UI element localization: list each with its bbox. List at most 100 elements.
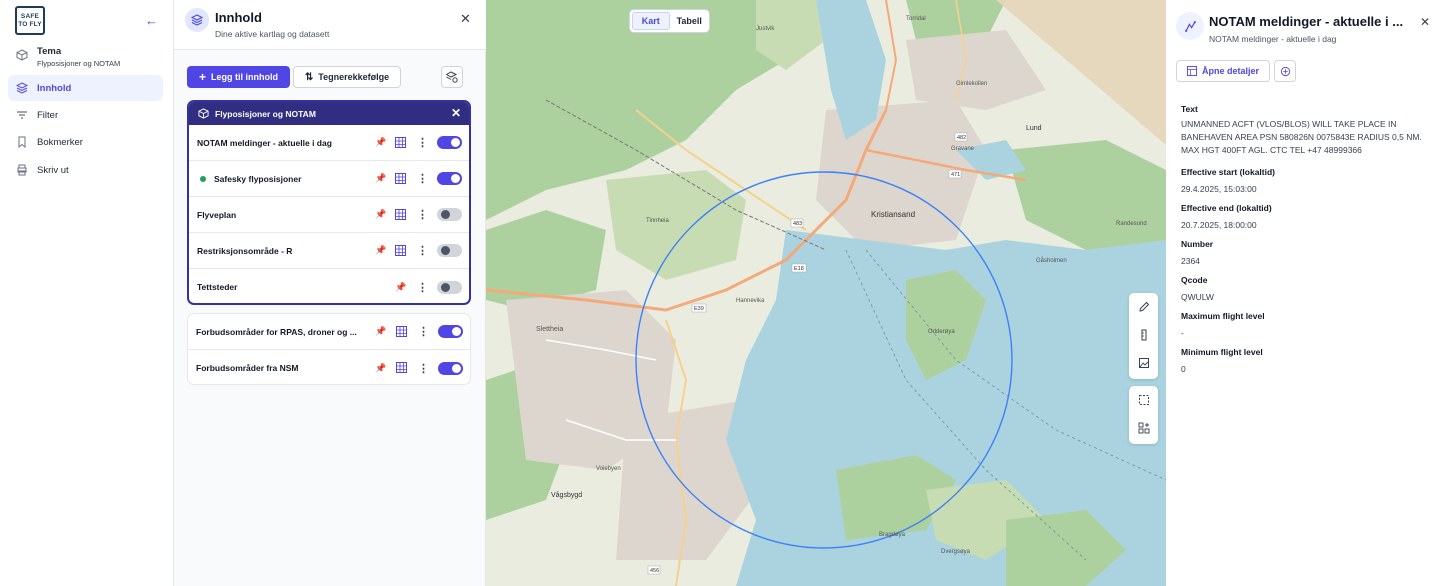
field-text: Text UNMANNED ACFT (VLOS/BLOS) WILL TAKE… [1181, 104, 1426, 157]
table-grid-icon[interactable] [395, 245, 406, 258]
road-label-483: 483 [793, 221, 802, 227]
cube-icon [198, 108, 209, 119]
more-options-icon[interactable]: ⋮ [417, 172, 428, 185]
more-options-icon[interactable]: ⋮ [417, 136, 428, 149]
layer-label: NOTAM meldinger - aktuelle i dag [197, 137, 332, 148]
layers-settings-button[interactable] [441, 66, 463, 88]
layers-settings-icon [446, 71, 458, 83]
select-area-icon[interactable] [1129, 386, 1158, 414]
image-export-icon[interactable] [1129, 349, 1158, 377]
field-label: Number [1181, 239, 1214, 249]
sidebar-item-label: Skriv ut [37, 164, 69, 176]
collapse-nav-arrow-icon[interactable]: ← [145, 13, 158, 28]
sidebar-item-filter[interactable]: Filter [8, 102, 163, 128]
ruler-icon[interactable] [1129, 321, 1158, 349]
locate-icon [1280, 66, 1290, 76]
map-view[interactable]: Kristiansand Lund Vågsbygd Slettheia Odd… [486, 0, 1166, 586]
field-value: 20.7.2025, 18:00:00 [1181, 220, 1257, 230]
layer-label: Safesky flyposisjoner [214, 173, 302, 184]
left-navigation: SAFE TO FLY ← Tema Flyposisjoner og NOTA… [0, 0, 174, 586]
field-label: Maximum flight level [1181, 311, 1265, 321]
layer-toggle[interactable] [437, 136, 462, 149]
road-label-456: 456 [650, 568, 659, 574]
more-options-icon[interactable]: ⋮ [417, 208, 428, 221]
map-label-odderoya: Odderøya [928, 329, 955, 335]
more-options-icon[interactable]: ⋮ [418, 325, 429, 338]
table-grid-icon[interactable] [395, 173, 406, 186]
layer-row[interactable]: Forbudsområder fra NSM 📌 ⋮ [188, 350, 470, 384]
map-label-voiebyen: Voiebyen [596, 466, 621, 472]
table-grid-icon[interactable] [395, 137, 406, 150]
layer-label: Flyveplan [197, 209, 237, 220]
pin-icon[interactable]: 📌 [375, 137, 386, 148]
map-label-bragdoya: Bragdøya [879, 532, 906, 538]
sidebar-item-innhold[interactable]: Innhold [8, 75, 163, 101]
detail-panel: NOTAM meldinger - aktuelle i ... NOTAM m… [1166, 0, 1440, 586]
field-value: QWULW [1181, 292, 1214, 302]
layer-toggle[interactable] [437, 244, 462, 257]
close-icon[interactable]: ✕ [1420, 15, 1430, 29]
open-details-label: Åpne detaljer [1201, 66, 1259, 76]
table-grid-icon[interactable] [396, 362, 407, 375]
cube-icon [16, 49, 28, 61]
field-value: UNMANNED ACFT (VLOS/BLOS) WILL TAKE PLAC… [1181, 119, 1422, 155]
field-value: 2364 [1181, 256, 1200, 266]
printer-icon [16, 164, 28, 176]
sidebar-item-skriv-ut[interactable]: Skriv ut [8, 157, 163, 183]
layers-icon [16, 82, 28, 94]
table-grid-icon[interactable] [396, 326, 407, 339]
pin-icon[interactable]: 📌 [375, 173, 386, 184]
layer-toggle[interactable] [437, 280, 462, 294]
content-panel: Innhold Dine aktive kartlag og datasett … [174, 0, 486, 586]
more-options-icon[interactable]: ⋮ [418, 362, 429, 375]
map-canvas[interactable]: Kristiansand Lund Vågsbygd Slettheia Odd… [486, 0, 1166, 586]
road-label-471: 471 [951, 172, 960, 178]
safe-to-fly-logo[interactable]: SAFE TO FLY [15, 6, 45, 35]
more-options-icon[interactable]: ⋮ [417, 244, 428, 257]
layer-row[interactable]: Flyveplan 📌 ⋮ [189, 197, 469, 233]
field-effective-end: Effective end (lokaltid) 20.7.2025, 18:0… [1181, 203, 1426, 232]
field-value: 29.4.2025, 15:03:00 [1181, 184, 1257, 194]
layer-group-header[interactable]: Flyposisjoner og NOTAM ✕ [189, 102, 469, 125]
map-label-tinnheia: Tinnheia [646, 218, 669, 224]
layer-toggle[interactable] [438, 325, 463, 338]
layer-row[interactable]: Forbudsområder for RPAS, droner og ... 📌… [188, 314, 470, 350]
road-label-e18: E18 [794, 266, 804, 272]
layer-label: Tettsteder [197, 282, 238, 292]
layer-row[interactable]: Restriksjonsområde - R 📌 ⋮ [189, 233, 469, 269]
plus-icon: + [198, 70, 206, 84]
pencil-icon[interactable] [1129, 293, 1158, 321]
add-content-button[interactable]: + Legg til innhold [187, 66, 290, 88]
field-label: Qcode [1181, 275, 1208, 285]
layer-toggle[interactable] [437, 208, 462, 221]
map-label-dvergsoya: Dvergsøya [941, 549, 971, 555]
detail-subtitle: NOTAM meldinger - aktuelle i dag [1209, 34, 1337, 44]
layer-toggle[interactable] [438, 361, 463, 375]
more-options-icon[interactable]: ⋮ [417, 281, 428, 294]
close-icon[interactable]: ✕ [451, 106, 461, 120]
pin-icon[interactable]: 📌 [375, 209, 386, 220]
tab-tabell[interactable]: Tabell [672, 12, 708, 30]
sidebar-item-tema[interactable]: Tema Flyposisjoner og NOTAM [8, 44, 163, 72]
open-details-button[interactable]: Åpne detaljer [1176, 60, 1270, 82]
field-label: Effective start (lokaltid) [1181, 167, 1275, 177]
pin-icon[interactable]: 📌 [375, 245, 386, 256]
layer-row[interactable]: Tettsteder 📌 ⋮ [189, 269, 469, 303]
close-icon[interactable]: ✕ [460, 11, 471, 27]
field-value: - [1181, 328, 1184, 338]
sort-arrows-icon: ⇅ [304, 71, 314, 83]
layer-toggle[interactable] [437, 172, 462, 185]
sidebar-item-label: Filter [37, 109, 59, 121]
pin-icon[interactable]: 📌 [375, 363, 386, 374]
pin-icon[interactable]: 📌 [395, 282, 406, 293]
drawing-order-button[interactable]: ⇅ Tegnerekkefølge [293, 66, 401, 88]
sidebar-item-bokmerker[interactable]: Bokmerker [8, 129, 163, 155]
tab-kart[interactable]: Kart [632, 12, 670, 30]
table-grid-icon[interactable] [395, 209, 406, 222]
pin-icon[interactable]: 📌 [375, 326, 386, 337]
road-label-e39: E39 [694, 306, 704, 312]
add-selection-icon[interactable] [1129, 414, 1158, 442]
layer-row[interactable]: NOTAM meldinger - aktuelle i dag 📌 ⋮ [189, 125, 469, 161]
layer-row[interactable]: Safesky flyposisjoner 📌 ⋮ [189, 161, 469, 197]
zoom-to-feature-button[interactable] [1274, 60, 1296, 82]
